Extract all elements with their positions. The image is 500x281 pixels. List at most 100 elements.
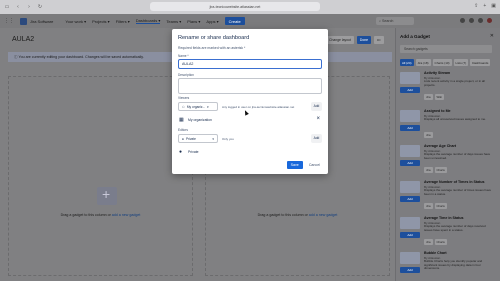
name-value: AULA2 [182, 61, 194, 66]
gadget-description: Displays the average number of days issu… [424, 152, 491, 160]
add-new-gadget-link[interactable]: add a new gadget [112, 213, 141, 217]
menu-projects[interactable]: Projects ▾ [92, 19, 110, 24]
change-layout-button[interactable]: Change layout [326, 36, 354, 44]
menu-teams[interactable]: Teams ▾ [166, 19, 181, 24]
name-input[interactable]: AULA2 [178, 59, 322, 69]
url-bar[interactable]: jira-tecnicowebsite.atlassian.net [150, 2, 320, 11]
chip-lists[interactable]: Lists (7) [453, 59, 469, 66]
gadget-thumbnail [400, 252, 420, 264]
editors-label: Editors [178, 128, 188, 132]
add-gadget-illustration-icon [97, 186, 117, 205]
chip-charts[interactable]: Charts (10) [432, 59, 452, 66]
editors-note: Only you [222, 136, 234, 141]
editor-entry: ● Private [178, 148, 322, 157]
gadget-tag: Charts [434, 203, 447, 209]
editors-select[interactable]: ● Private ▾ [178, 134, 218, 143]
panel-title: Add a Gadget [400, 34, 430, 39]
more-button[interactable]: ••• [373, 36, 384, 44]
dialog-title: Rename or share dashboard [178, 35, 250, 41]
gadget-item: Add Average Age Chart By Atlassian Displ… [400, 143, 494, 177]
product-name[interactable]: Jira Software [30, 19, 53, 24]
close-icon[interactable]: ✕ [490, 33, 494, 39]
cancel-button[interactable]: Cancel [307, 161, 322, 169]
save-button[interactable]: Save [286, 161, 303, 169]
gadget-item: Add Average Time in Status By Atlassian … [400, 215, 494, 249]
editors-row: ● Private ▾ Only you Add [178, 134, 322, 143]
gadget-item: Add Bubble Chart By Atlassian Bubble Cha… [400, 250, 494, 281]
menu-apps[interactable]: Apps ▾ [206, 19, 218, 24]
gadget-thumbnail [400, 110, 420, 122]
notifications-icon[interactable] [460, 18, 465, 23]
create-button[interactable]: Create [224, 17, 245, 25]
reload-icon[interactable]: ↻ [37, 4, 43, 10]
gadget-tag: Charts [434, 167, 447, 173]
app-switcher-icon[interactable]: ⋮⋮ [4, 18, 14, 24]
gadget-title: Average Time in Status [424, 216, 464, 220]
rename-share-dialog: Rename or share dashboard Required field… [172, 29, 328, 174]
search-placeholder: Search [382, 19, 394, 23]
viewers-row: ⚇ My organiz... ▾ Any logged in user on ji… [178, 102, 322, 111]
gadget-thumbnail [400, 181, 420, 193]
forward-icon[interactable]: › [26, 4, 32, 10]
page-title: AULA2 [12, 36, 35, 43]
gadget-description: Displays the average number of days reso… [424, 224, 486, 232]
gadget-description: Lists recent activity in a single projec… [424, 79, 485, 87]
back-icon[interactable]: ‹ [15, 4, 21, 10]
menu-dashboards[interactable]: Dashboards ▾ [135, 18, 161, 24]
add-gadget-panel: Add a Gadget ✕ Search gadgets All (24) J… [395, 28, 500, 281]
jira-logo-icon[interactable] [20, 17, 27, 25]
chip-all[interactable]: All (24) [400, 59, 414, 66]
remove-viewer-icon[interactable]: × [316, 116, 320, 122]
banner-text: You are currently editing your dashboard… [18, 55, 144, 59]
name-label: Name * [178, 54, 189, 58]
viewers-label: Viewers [178, 96, 190, 100]
gadget-tag: Wiki [434, 94, 444, 100]
chip-jira[interactable]: Jira (18) [415, 59, 431, 66]
gadget-thumbnail [400, 145, 420, 157]
description-input[interactable] [178, 78, 322, 94]
add-gadget-button[interactable]: Add [400, 267, 420, 273]
gadget-title: Assigned to Me [424, 109, 451, 113]
add-new-gadget-link[interactable]: add a new gadget [309, 213, 338, 217]
new-tab-icon[interactable]: + [483, 3, 486, 9]
dashboard-column-1[interactable]: Drag a gadget to this column or add a ne… [8, 76, 193, 276]
column-hint-text: Drag a gadget to this column or [257, 213, 308, 217]
column-hint: Drag a gadget to this column or add a ne… [206, 213, 389, 217]
avatar[interactable] [487, 18, 492, 23]
gadget-item: Add Assigned to Me By Atlassian Displays… [400, 108, 494, 142]
viewers-select-value: My organiz... [186, 104, 206, 109]
menu-filters[interactable]: Filters ▾ [116, 19, 130, 24]
add-editor-button[interactable]: Add [311, 134, 322, 143]
menu-plans[interactable]: Plans ▾ [187, 19, 200, 24]
search-input[interactable]: ⌕ Search [376, 17, 414, 25]
done-button[interactable]: Done [356, 36, 371, 44]
viewer-entry: ▦ My organization × [178, 116, 322, 125]
add-viewer-button[interactable]: Add [311, 102, 322, 111]
help-icon[interactable] [469, 18, 474, 23]
organization-icon: ▦ [179, 117, 184, 123]
gadget-tag: Jira [424, 94, 433, 100]
add-gadget-button[interactable]: Add [400, 196, 420, 202]
add-gadget-button[interactable]: Add [400, 232, 420, 238]
gadget-thumbnail [400, 217, 420, 229]
editor-entry-label: Private [188, 150, 199, 154]
share-icon[interactable]: ⇪ [474, 3, 478, 9]
menu-your-work[interactable]: Your work ▾ [65, 19, 86, 24]
sidebar-toggle-icon[interactable]: ▭ [4, 4, 10, 10]
viewers-select[interactable]: ⚇ My organiz... ▾ [178, 102, 218, 111]
add-gadget-button[interactable]: Add [400, 87, 420, 93]
gadget-tag: Charts [434, 239, 447, 245]
settings-icon[interactable] [478, 18, 483, 23]
chip-dashboards[interactable]: Dashboards [470, 59, 491, 66]
gadget-description: Displays the average number of times iss… [424, 188, 492, 196]
add-gadget-button[interactable]: Add [400, 125, 420, 131]
gadget-thumbnail [400, 72, 420, 84]
gadget-tag: Jira [424, 239, 433, 245]
viewer-entry-label: My organization [188, 118, 212, 122]
column-hint-text: Drag a gadget to this column or [60, 213, 111, 217]
add-gadget-button[interactable]: Add [400, 160, 420, 166]
gadget-title: Activity Stream [424, 71, 451, 75]
column-hint: Drag a gadget to this column or add a ne… [9, 213, 192, 217]
gadget-search-input[interactable]: Search gadgets [400, 45, 492, 53]
tabs-icon[interactable]: ▣ [491, 3, 496, 9]
